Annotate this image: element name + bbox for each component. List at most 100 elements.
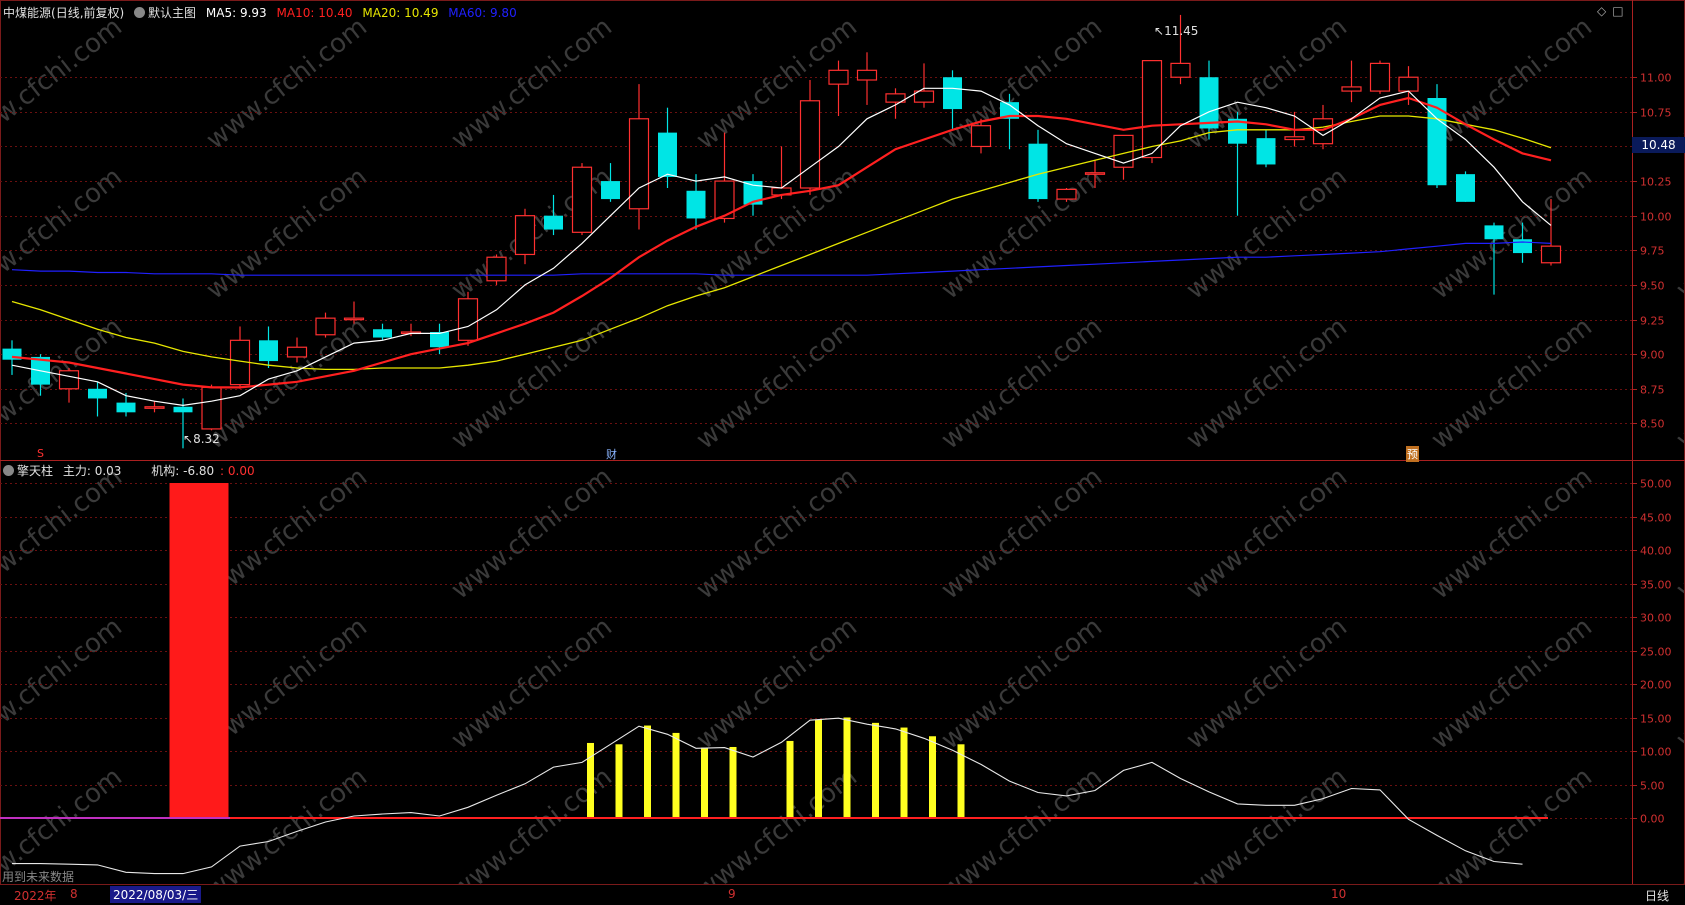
candle-body	[1484, 225, 1504, 240]
candle-body	[571, 166, 593, 233]
candle-body	[943, 77, 962, 110]
candle-body	[1256, 138, 1276, 165]
watermark-text: www.cfchi.com	[1671, 612, 1685, 756]
ma60-readout: MA60: 9.80	[448, 6, 516, 20]
low-value: 8.32	[193, 432, 220, 446]
candle-body	[315, 317, 336, 336]
ma10-readout: MA10: 10.40	[277, 6, 353, 20]
watermark-text: www.cfchi.com	[1671, 12, 1685, 156]
candle-body	[544, 215, 563, 230]
candle-body	[1141, 60, 1163, 159]
yellow-signal-bar	[587, 742, 594, 818]
yellow-signal-bar	[900, 727, 908, 818]
high-value: 11.45	[1164, 24, 1199, 38]
ma5-value: 9.93	[239, 6, 267, 20]
candle-body	[201, 386, 222, 430]
ma10-value: 10.40	[318, 6, 353, 20]
candle-body	[1456, 174, 1475, 202]
chart-canvas: www.cfchi.com www.cfchi.com www.cfchi.com w…	[0, 0, 1685, 904]
watermark-text: www.cfchi.com	[691, 762, 863, 904]
candle-body	[486, 256, 507, 282]
year-label: 2022年	[14, 889, 57, 903]
yellow-signal-bar	[729, 746, 737, 818]
bottom-timeline: 2022年 8 2022/08/03/三 9 10 日线	[0, 884, 1685, 905]
watermark-text: www.cfchi.com	[691, 312, 863, 456]
yellow-signal-bar	[615, 744, 623, 818]
candle-body	[286, 346, 308, 358]
high-arrow-icon: ↖	[1154, 24, 1165, 38]
candle-body	[343, 317, 365, 321]
finance-marker[interactable]: 财	[606, 446, 617, 462]
main-chart-settings-icon[interactable]	[134, 7, 146, 18]
sub-y-tick-label: 50.00	[1640, 478, 1672, 491]
period-button[interactable]: 日线	[1645, 887, 1669, 904]
current-price-value: 10.48	[1641, 138, 1676, 152]
candle-body	[457, 298, 479, 341]
y-tick-label: 9.00	[1640, 349, 1665, 362]
indicator-name[interactable]: 擎天柱	[17, 464, 53, 478]
stock-name[interactable]: 中煤能源	[3, 6, 51, 20]
sub-y-axis: 0.00 5.00 10.00 15.00 20.00 25.00 30.00 35.00 40…	[1632, 478, 1672, 826]
watermark-text: www.cfchi.com	[936, 162, 1108, 306]
watermark-text: www.cfchi.com	[1181, 612, 1353, 756]
watermark-text: www.cfchi.com	[0, 462, 128, 606]
y-tick-label: 11.00	[1640, 72, 1672, 85]
forecast-marker[interactable]: 预	[1406, 446, 1419, 462]
forecast-label: 预	[1407, 448, 1418, 461]
ma20-label: MA20:	[362, 6, 401, 20]
candle-body	[259, 340, 278, 362]
candle-body	[116, 402, 136, 413]
y-tick-label: 10.00	[1640, 211, 1672, 224]
watermark-text: www.cfchi.com	[1426, 162, 1598, 306]
yellow-signal-bar	[843, 717, 851, 818]
sub-y-tick-label: 45.00	[1640, 512, 1672, 525]
ma60-label: MA60:	[448, 6, 487, 20]
chart-corner-controls: ◇ □	[1597, 4, 1630, 18]
ma20-value: 10.49	[404, 6, 439, 20]
yellow-signal-bar	[701, 747, 708, 818]
inst-readout: 机构: -6.80	[151, 464, 214, 478]
sub-y-tick-label: 25.00	[1640, 646, 1672, 659]
ex-div-marker[interactable]: S	[37, 447, 44, 460]
main-force-label: 主力:	[62, 464, 91, 478]
square-icon[interactable]: □	[1612, 4, 1623, 18]
y-tick-label: 8.75	[1640, 384, 1665, 397]
main-chart-name[interactable]: 默认主图	[148, 6, 196, 20]
ma60-value: 9.80	[489, 6, 517, 20]
candle-body	[430, 332, 449, 348]
sub-chart-header: 擎天柱 主力: 0.03 机构: -6.80 : 0.00	[3, 462, 261, 479]
candle-body	[88, 388, 107, 399]
ma5-readout: MA5: 9.93	[206, 6, 267, 20]
sub-y-tick-label: 5.00	[1640, 780, 1665, 793]
watermark-text: www.cfchi.com	[936, 612, 1108, 756]
diamond-icon[interactable]: ◇	[1597, 4, 1606, 18]
main-force-readout: 主力: 0.03	[63, 464, 122, 478]
candle-body	[58, 370, 80, 390]
watermark-text: www.cfchi.com	[201, 12, 373, 156]
candle-body	[658, 132, 677, 177]
candle-body	[373, 329, 392, 338]
candle-body	[686, 190, 706, 219]
yellow-signal-bar	[929, 736, 936, 818]
current-price-tag: 10.48	[1632, 137, 1685, 153]
main-force-value: 0.03	[94, 464, 122, 478]
date-cursor[interactable]: 2022/08/03/三	[110, 886, 202, 903]
y-tick-label: 9.25	[1640, 315, 1665, 328]
high-marker: ↖11.45	[1154, 24, 1198, 38]
sub-y-tick-label: 0.00	[1640, 813, 1665, 826]
inst-value: -6.80	[183, 464, 215, 478]
ma20-readout: MA20: 10.49	[362, 6, 438, 20]
watermark-text: www.cfchi.com	[446, 12, 618, 156]
sub-chart-settings-icon[interactable]	[3, 465, 14, 476]
candle-body	[1056, 188, 1077, 200]
watermark-text: www.cfchi.com	[0, 162, 128, 306]
watermark-text: www.cfchi.com	[1671, 762, 1685, 904]
sub-y-tick-label: 40.00	[1640, 545, 1672, 558]
low-marker: ↖8.32	[183, 432, 220, 446]
y-tick-label: 10.75	[1640, 107, 1672, 120]
month-9: 9	[728, 887, 736, 901]
month-10: 10	[1331, 887, 1347, 901]
extra-readout: : 0.00	[220, 464, 255, 478]
watermark-text: www.cfchi.com	[1426, 12, 1598, 156]
y-tick-label: 10.25	[1640, 176, 1672, 189]
